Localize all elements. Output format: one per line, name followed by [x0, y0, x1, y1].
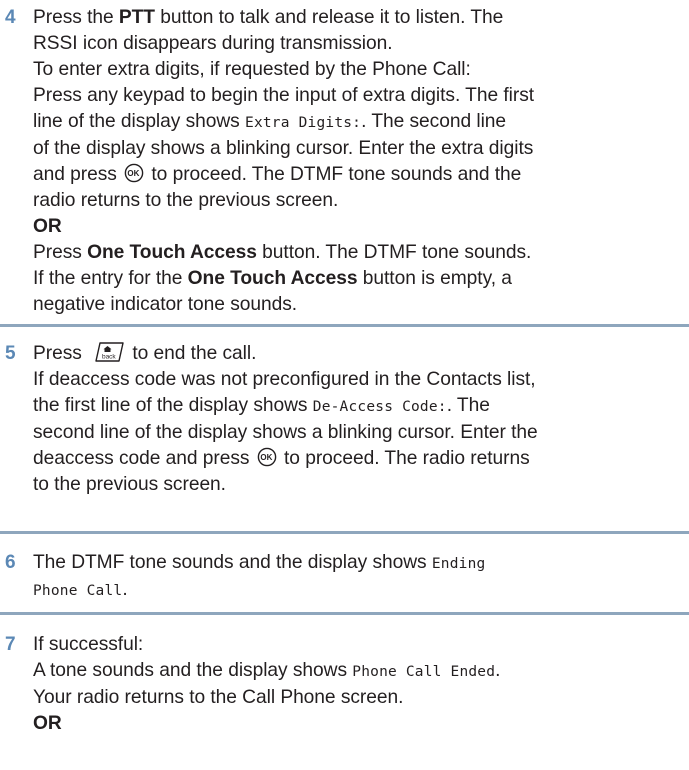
- divider: [0, 612, 689, 615]
- text-run: . The second line: [361, 111, 507, 132]
- text-run: .: [495, 660, 501, 681]
- text-line: The DTMF tone sounds and the display sho…: [33, 550, 683, 577]
- text-line: negative indicator tone sounds.: [33, 294, 298, 315]
- text-line: second line of the display shows a blink…: [33, 422, 538, 443]
- text-run: button. The DTMF tone sounds.: [256, 242, 532, 263]
- display-text: Phone Call: [33, 583, 123, 599]
- or-label: OR: [33, 216, 62, 237]
- text-run: button is empty, a: [357, 268, 512, 289]
- back-home-button-icon: back: [95, 342, 124, 362]
- text-line: line of the display shows Extra Digits:.…: [33, 109, 683, 136]
- step-4-text: Press the PTT button to talk and release…: [33, 5, 683, 318]
- display-text: Ending: [431, 556, 486, 572]
- text-run: . The: [446, 395, 490, 416]
- text-line: the first line of the display shows De-A…: [33, 393, 683, 420]
- text-line: Press back to end the call.: [33, 341, 683, 367]
- text-run: A tone sounds and the display shows: [33, 660, 353, 681]
- text-run: If the entry for the: [33, 268, 188, 289]
- text-line: radio returns to the previous screen.: [33, 190, 339, 211]
- text-run: and press: [33, 164, 123, 185]
- one-touch-access-label: One Touch Access: [187, 268, 358, 289]
- step-number: 5: [5, 343, 16, 364]
- svg-text:back: back: [102, 353, 116, 360]
- display-text: De-Access Code:: [312, 399, 447, 415]
- text-run: .: [122, 579, 128, 600]
- text-line: deaccess code and press OK to proceed. T…: [33, 446, 683, 472]
- text-line: to the previous screen.: [33, 474, 226, 495]
- text-line: Phone Call.: [33, 577, 683, 604]
- step-number: 4: [5, 7, 16, 28]
- text-run: Press the: [33, 7, 119, 28]
- text-run: The DTMF tone sounds and the display sho…: [33, 552, 432, 573]
- text-line: of the display shows a blinking cursor. …: [33, 138, 534, 159]
- step-6-text: The DTMF tone sounds and the display sho…: [33, 550, 683, 604]
- svg-text:OK: OK: [260, 453, 272, 462]
- display-text: Extra Digits:: [245, 115, 362, 131]
- ok-button-icon: OK: [124, 163, 144, 183]
- text-run: the first line of the display shows: [33, 395, 313, 416]
- text-line: Press One Touch Access button. The DTMF …: [33, 240, 683, 266]
- or-label: OR: [33, 713, 62, 734]
- text-run: button to talk and release it to listen.…: [154, 7, 504, 28]
- text-line: Press any keypad to begin the input of e…: [33, 85, 535, 106]
- text-run: Press: [33, 343, 88, 364]
- text-line: A tone sounds and the display shows Phon…: [33, 658, 683, 685]
- step-number: 7: [5, 634, 16, 655]
- step-number: 6: [5, 552, 16, 573]
- text-line: If deaccess code was not preconfigured i…: [33, 369, 536, 390]
- text-line: To enter extra digits, if requested by t…: [33, 59, 471, 80]
- svg-text:OK: OK: [128, 169, 140, 178]
- ptt-button-label: PTT: [118, 7, 155, 28]
- divider: [0, 324, 689, 327]
- text-run: deaccess code and press: [33, 448, 255, 469]
- text-run: to proceed. The DTMF tone sounds and the: [146, 164, 522, 185]
- text-line: Your radio returns to the Call Phone scr…: [33, 687, 404, 708]
- text-run: to end the call.: [127, 343, 257, 364]
- text-run: to proceed. The radio returns: [278, 448, 530, 469]
- text-run: Press: [33, 242, 88, 263]
- divider: [0, 531, 689, 534]
- text-run: line of the display shows: [33, 111, 246, 132]
- step-5-text: Press back to end the call. If deaccess …: [33, 341, 683, 498]
- one-touch-access-label: One Touch Access: [87, 242, 257, 263]
- text-line: If successful:: [33, 634, 144, 655]
- text-line: If the entry for the One Touch Access bu…: [33, 266, 683, 292]
- step-7-text: If successful: A tone sounds and the dis…: [33, 632, 683, 737]
- text-line: RSSI icon disappears during transmission…: [33, 33, 393, 54]
- text-line: and press OK to proceed. The DTMF tone s…: [33, 162, 683, 188]
- display-text: Phone Call Ended: [352, 664, 496, 680]
- ok-button-icon: OK: [257, 447, 277, 467]
- text-line: Press the PTT button to talk and release…: [33, 5, 683, 31]
